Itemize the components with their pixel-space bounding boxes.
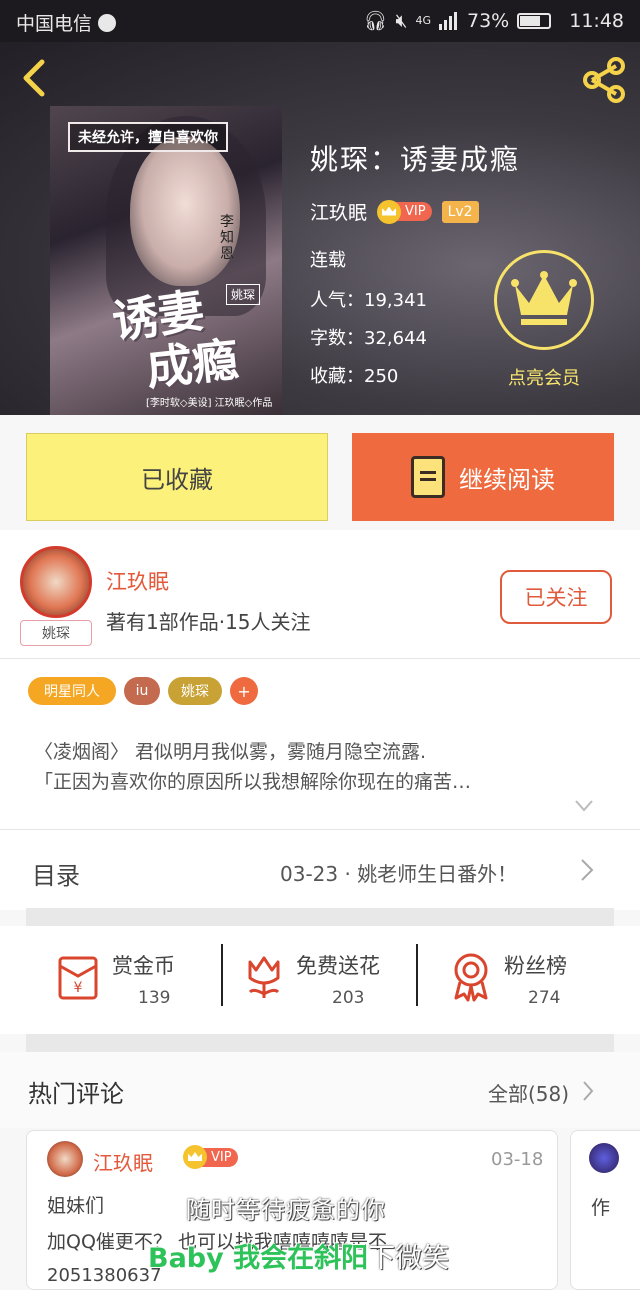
tag-0[interactable]: 明星同人 bbox=[28, 677, 116, 705]
free-flower-stat[interactable]: 免费送花 203 bbox=[244, 926, 414, 1034]
vip-badge: VIP bbox=[377, 199, 432, 224]
chevron-right-icon[interactable] bbox=[582, 1080, 594, 1102]
battery-percent: 73% bbox=[467, 9, 510, 32]
author-badge: 姚琛 bbox=[20, 620, 92, 646]
headphone-icon: 🎧︎ bbox=[363, 10, 388, 32]
intro-line-1: 〈凌烟阁〉 君似明月我似雾，雾随月隐空流露. bbox=[34, 741, 427, 763]
all-comments-link[interactable]: 全部(58) bbox=[488, 1078, 569, 1107]
cover-title-2: 成瘾 bbox=[143, 332, 241, 396]
avatar[interactable] bbox=[589, 1143, 619, 1173]
fan-ranking-value: 274 bbox=[528, 988, 561, 1008]
coin-reward-value: 139 bbox=[138, 988, 171, 1008]
author-name[interactable]: 江玖眠 bbox=[106, 566, 169, 596]
comments-header: 热门评论 全部(58) bbox=[0, 1052, 640, 1128]
flower-icon bbox=[248, 956, 280, 998]
subtitle-line-2: Baby 我会在斜阳下微笑 bbox=[148, 1243, 450, 1274]
mute-icon: 🔇︎ bbox=[395, 9, 408, 32]
serial-status: 连载 bbox=[310, 250, 346, 271]
intro-section: 明星同人 iu 姚琛 + 〈凌烟阁〉 君似明月我似雾，雾随月隐空流露. 「正因为… bbox=[0, 658, 640, 829]
catalog-label: 目录 bbox=[32, 862, 80, 890]
chevron-down-icon[interactable] bbox=[574, 799, 594, 813]
fan-ranking-stat[interactable]: 粉丝榜 274 bbox=[450, 926, 600, 1034]
free-flower-label: 免费送花 bbox=[296, 954, 380, 978]
coin-reward-label: 赏金币 bbox=[112, 954, 175, 978]
intro-line-2: 「正因为喜欢你的原因所以我想解除你现在的痛苦… bbox=[34, 771, 472, 793]
comment-text: 姐妹们 bbox=[47, 1195, 105, 1217]
tag-2[interactable]: 姚琛 bbox=[168, 677, 222, 705]
clock: 11:48 bbox=[569, 9, 624, 32]
crown-icon bbox=[183, 1145, 207, 1169]
crown-icon bbox=[511, 271, 577, 325]
fan-ranking-label: 粉丝榜 bbox=[504, 954, 567, 978]
add-tag-button[interactable]: + bbox=[230, 677, 258, 705]
latest-chapter: 03-23 · 姚老师生日番外！ bbox=[280, 862, 518, 886]
support-stats: ¥ 赏金币 139 免费送花 203 粉丝榜 274 bbox=[0, 926, 640, 1034]
catalog-row[interactable]: 目录 03-23 · 姚老师生日番外！ bbox=[0, 829, 640, 910]
tag-1[interactable]: iu bbox=[124, 677, 160, 705]
stat-divider bbox=[221, 944, 223, 1006]
cover-small-tag: 姚琛 bbox=[226, 284, 261, 305]
avatar[interactable] bbox=[47, 1141, 83, 1177]
share-icon[interactable] bbox=[578, 54, 630, 106]
continue-reading-label: 继续阅读 bbox=[459, 465, 555, 494]
medal-icon bbox=[454, 953, 488, 1002]
carrier-label: 中国电信 bbox=[16, 13, 93, 35]
book-author[interactable]: 江玖眠 bbox=[310, 198, 367, 225]
author-stats: 著有1部作品·15人关注 bbox=[106, 610, 311, 634]
subtitle-line-1: 随时等待疲惫的你 bbox=[186, 1196, 386, 1224]
avatar[interactable] bbox=[20, 546, 92, 618]
svg-text:¥: ¥ bbox=[74, 980, 83, 996]
signal-icon bbox=[439, 11, 457, 30]
network-label: 4G bbox=[415, 14, 431, 27]
collected-button[interactable]: 已收藏 bbox=[26, 433, 328, 521]
comment-card[interactable]: 作 bbox=[570, 1130, 640, 1290]
comment-date: 03-18 bbox=[491, 1149, 544, 1170]
back-arrow-icon[interactable] bbox=[14, 56, 58, 100]
level-badge: Lv2 bbox=[441, 200, 479, 223]
comment-text: 2051380637 bbox=[47, 1265, 162, 1286]
book-author-line: 江玖眠 VIP Lv2 bbox=[310, 198, 479, 225]
battery-icon bbox=[517, 12, 552, 29]
popularity-stat: 人气：19,341 bbox=[310, 290, 427, 311]
vip-badge: VIP bbox=[183, 1145, 238, 1169]
commenter-name[interactable]: 江玖眠 bbox=[93, 1147, 153, 1176]
section-divider bbox=[26, 908, 614, 926]
cover-face bbox=[130, 136, 240, 286]
favorites-stat: 收藏：250 bbox=[310, 366, 399, 387]
comment-text: 作 bbox=[591, 1197, 611, 1219]
status-bar: 中国电信 🎧︎ 🔇︎ 4G 73% 11:48 bbox=[0, 0, 640, 42]
cover-credit: [李时软◇美设] 江玖眠◇作品 bbox=[146, 398, 273, 409]
coin-reward-stat[interactable]: ¥ 赏金币 139 bbox=[54, 926, 214, 1034]
vip-membership-label[interactable]: 点亮会员 bbox=[486, 364, 602, 390]
book-title: 姚琛：诱妻成瘾 bbox=[310, 143, 521, 176]
comments-title: 热门评论 bbox=[28, 1080, 124, 1108]
red-envelope-icon: ¥ bbox=[58, 956, 98, 1000]
continue-reading-button[interactable]: 继续阅读 bbox=[352, 433, 614, 521]
crown-icon bbox=[377, 199, 402, 224]
vip-membership-button[interactable] bbox=[494, 250, 594, 350]
book-header: 未经允许，擅自喜欢你 李知恩 诱妻 姚琛 成瘾 [李时软◇美设] 江玖眠◇作品 … bbox=[0, 42, 640, 415]
author-card: 姚琛 江玖眠 著有1部作品·15人关注 已关注 bbox=[0, 530, 640, 658]
chevron-right-icon bbox=[581, 859, 594, 881]
book-icon bbox=[411, 456, 445, 498]
book-cover[interactable]: 未经允许，擅自喜欢你 李知恩 诱妻 姚琛 成瘾 [李时软◇美设] 江玖眠◇作品 bbox=[50, 106, 282, 415]
word-count-stat: 字数：32,644 bbox=[310, 328, 427, 349]
stat-divider bbox=[416, 944, 418, 1006]
follow-button[interactable]: 已关注 bbox=[500, 570, 612, 624]
cover-names: 李知恩 bbox=[220, 214, 234, 262]
free-flower-value: 203 bbox=[332, 988, 365, 1008]
globe-icon bbox=[98, 13, 117, 32]
cover-tagline: 未经允许，擅自喜欢你 bbox=[68, 122, 228, 152]
section-divider bbox=[26, 1034, 614, 1052]
